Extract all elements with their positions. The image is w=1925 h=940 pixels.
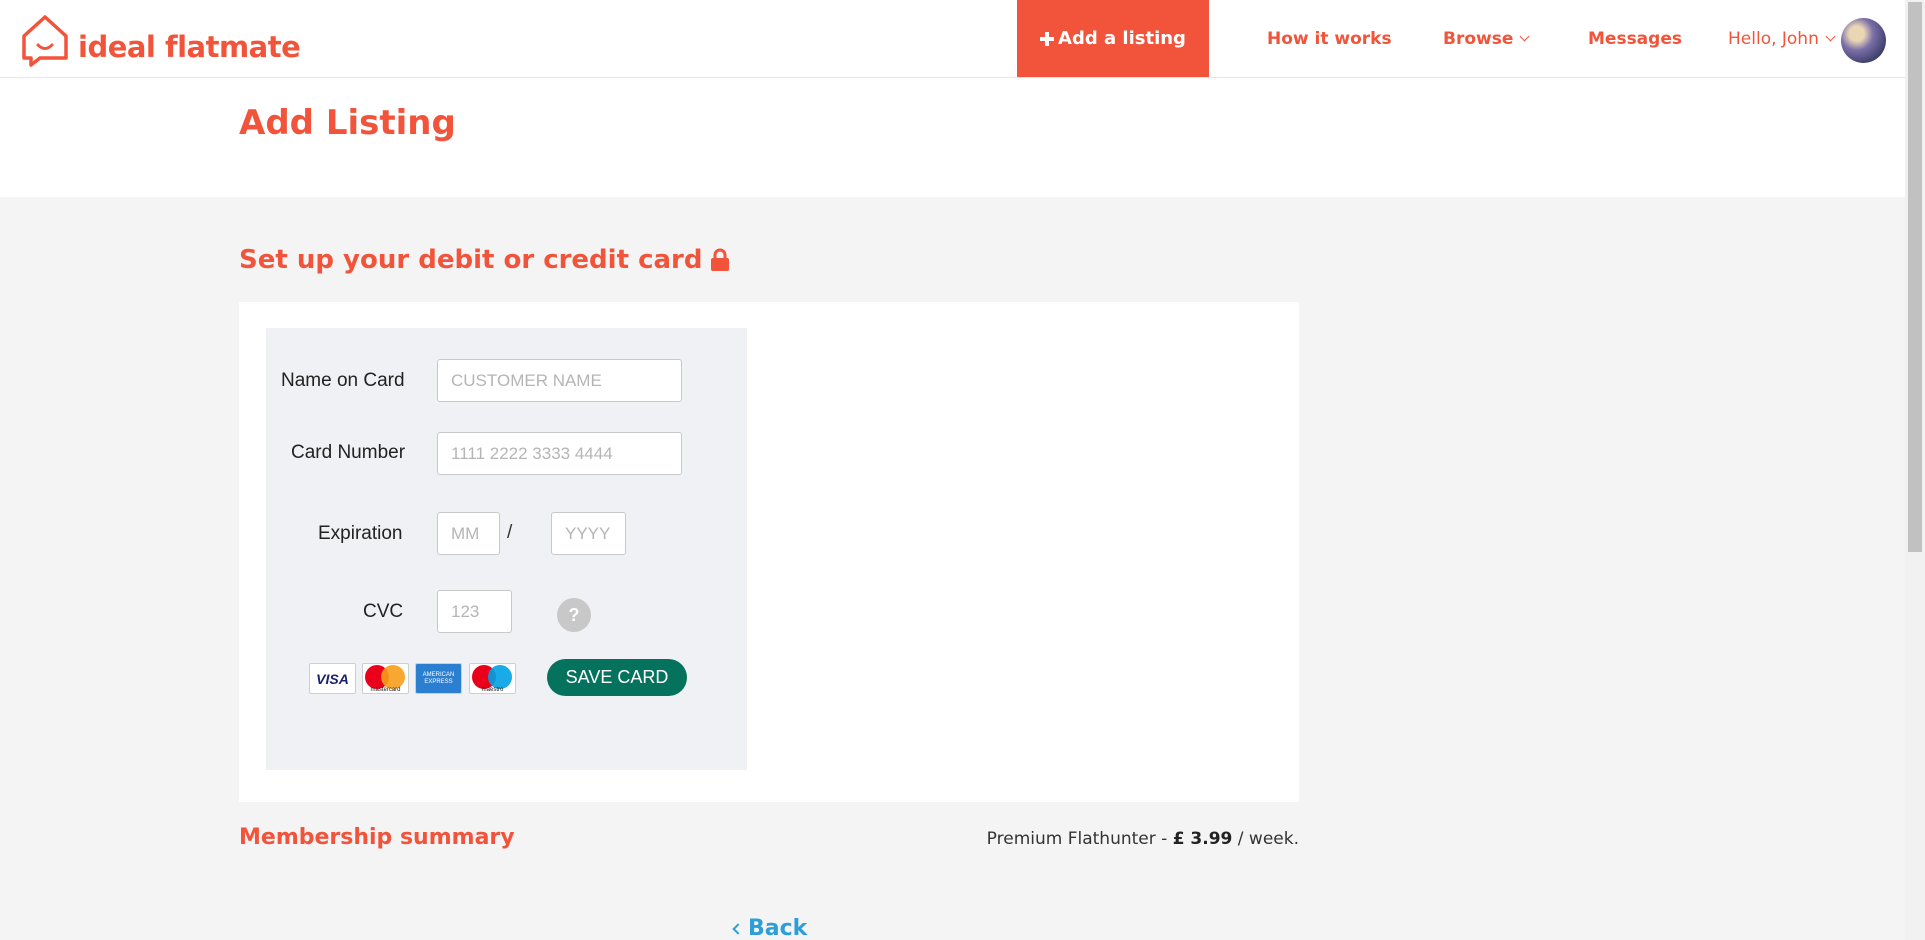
expiration-separator: / bbox=[507, 522, 513, 543]
chevron-down-icon bbox=[1825, 31, 1836, 41]
nav-browse[interactable]: Browse bbox=[1443, 0, 1530, 77]
expiration-year-input[interactable]: YYYY bbox=[551, 512, 626, 555]
plus-icon bbox=[1040, 31, 1055, 46]
nav-messages[interactable]: Messages bbox=[1588, 0, 1682, 77]
cvc-help-icon[interactable]: ? bbox=[557, 598, 591, 632]
add-listing-label: Add a listing bbox=[1058, 28, 1186, 49]
membership-plan: Premium Flathunter - bbox=[986, 829, 1173, 849]
membership-summary-title: Membership summary bbox=[239, 825, 515, 850]
chevron-down-icon bbox=[1519, 31, 1530, 41]
avatar[interactable] bbox=[1841, 18, 1886, 63]
back-link[interactable]: Back bbox=[732, 916, 808, 940]
membership-period: / week. bbox=[1232, 829, 1299, 849]
nav-how-it-works[interactable]: How it works bbox=[1267, 0, 1392, 77]
user-greeting: Hello, John bbox=[1728, 28, 1819, 49]
scrollbar[interactable] bbox=[1905, 0, 1925, 940]
membership-amount: £ 3.99 bbox=[1172, 829, 1233, 849]
logo-text: ideal flatmate bbox=[78, 30, 301, 64]
page-title: Add Listing bbox=[239, 103, 456, 143]
chevron-left-icon bbox=[732, 922, 744, 935]
maestro-blue-circle bbox=[488, 665, 512, 689]
house-chat-logo-icon bbox=[22, 15, 68, 67]
amex-card-logo: AMERICAN EXPRESS bbox=[415, 663, 462, 694]
card-number-input[interactable]: 1111 2222 3333 4444 bbox=[437, 432, 682, 475]
back-label: Back bbox=[748, 916, 808, 940]
nav-browse-label: Browse bbox=[1443, 28, 1514, 49]
membership-price: Premium Flathunter - £ 3.99 / week. bbox=[987, 829, 1299, 849]
name-on-card-input[interactable]: CUSTOMER NAME bbox=[437, 359, 682, 402]
section-title-text: Set up your debit or credit card bbox=[239, 245, 703, 275]
nav-messages-label: Messages bbox=[1588, 28, 1682, 49]
add-listing-button[interactable]: Add a listing bbox=[1017, 0, 1209, 77]
save-card-button[interactable]: SAVE CARD bbox=[547, 659, 687, 696]
expiration-label: Expiration bbox=[318, 523, 403, 544]
maestro-card-logo: maestro bbox=[469, 663, 516, 694]
scrollbar-thumb[interactable] bbox=[1908, 2, 1922, 552]
maestro-logo-text: maestro bbox=[481, 687, 504, 693]
section-title: Set up your debit or credit card bbox=[239, 245, 730, 275]
nav-how-it-works-label: How it works bbox=[1267, 28, 1392, 49]
mastercard-orange-circle bbox=[381, 665, 405, 689]
visa-card-logo: VISA bbox=[309, 663, 356, 694]
cvc-label: CVC bbox=[363, 601, 404, 622]
user-menu[interactable]: Hello, John bbox=[1728, 0, 1836, 77]
amex-logo-text: AMERICAN EXPRESS bbox=[416, 664, 461, 693]
expiration-month-input[interactable]: MM bbox=[437, 512, 500, 555]
visa-logo-text: VISA bbox=[316, 671, 349, 687]
logo[interactable]: ideal flatmate bbox=[18, 12, 301, 68]
name-on-card-label: Name on Card bbox=[281, 370, 405, 391]
lock-icon bbox=[711, 248, 730, 271]
cvc-input[interactable]: 123 bbox=[437, 590, 512, 633]
top-header: ideal flatmate Add a listing How it work… bbox=[0, 0, 1905, 78]
mastercard-card-logo: mastercard bbox=[362, 663, 409, 694]
mastercard-logo-text: mastercard bbox=[370, 687, 401, 693]
card-number-label: Card Number bbox=[291, 442, 406, 463]
